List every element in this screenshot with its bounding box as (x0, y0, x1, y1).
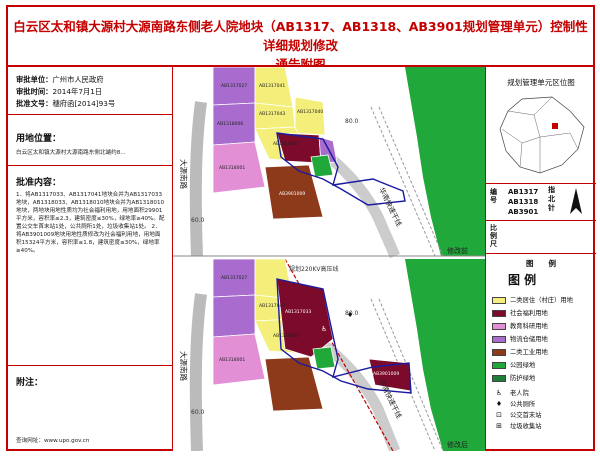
divider (8, 165, 173, 166)
legend-item-buffer: 防护绿地 (492, 373, 535, 382)
parcel-label: AB1317043 (259, 303, 285, 309)
legend-item-welfare: 社会福利用地 (492, 308, 548, 317)
parcel-label: AB1318001 (219, 357, 245, 363)
parcel-logistics (212, 294, 256, 338)
right-panel: 规划管理单元区位图 编号 AB1317 AB1318 AB3901 指北针 比例… (485, 67, 596, 451)
location-map (499, 96, 585, 174)
legend-icon-elder-home: ♿ 老人院 (492, 388, 529, 397)
location-marker (552, 123, 558, 129)
date-value: 2014年7月1日 (52, 87, 103, 96)
parcel-label: AB3901009 (279, 191, 305, 197)
legend-item-park: 公园绿地 (492, 360, 535, 369)
map-before: 大源南路 华南快速干线 80.0 60.0 修改前 AB1317027 AB13… (173, 66, 485, 259)
parcel-label: AB1317033 (285, 309, 311, 315)
date-label: 审批时间： (16, 87, 53, 96)
code-item: AB3901 (508, 208, 539, 216)
code-item: AB1318 (508, 198, 539, 206)
legend-item-industrial: 二类工业用地 (492, 347, 548, 356)
location-heading: 用地位置： (16, 134, 62, 144)
date-row: 审批时间：2014年7月1日 (16, 87, 102, 97)
elder-home-icon: ♿ (495, 389, 503, 397)
legend-icon-garbage: ⊞ 垃圾收集站 (492, 421, 541, 430)
parcel-label: AB1317027 (221, 83, 247, 89)
toilet-icon: ♦ (347, 311, 353, 319)
powerline-label: 规划220KV高压线 (289, 265, 339, 273)
maps-area: 大源南路 华南快速干线 80.0 60.0 修改前 AB1317027 AB13… (173, 66, 485, 454)
divider (8, 365, 173, 366)
road-dayuan (189, 101, 207, 257)
road-label-dayuan: 大源南路 (179, 159, 189, 189)
title-line-1: 白云区太和镇大源村大源南路东侧老人院地块（AB1317、AB1318、AB390… (13, 19, 588, 53)
doc-row: 批准文号：穗府函[2014]93号 (16, 99, 115, 109)
legend-item-logistics: 物流仓储用地 (492, 334, 548, 343)
doc-value: 穗府函[2014]93号 (52, 99, 116, 108)
elder-home-icon: ♿ (321, 325, 327, 333)
doc-label: 批准文号： (16, 99, 53, 108)
caption-before: 修改前 (447, 246, 468, 255)
road-width-80: 80.0 (345, 118, 359, 125)
garbage-station-icon: ⊞ (496, 422, 502, 430)
scale-label: 比例尺 (490, 224, 497, 248)
parcel-label: AB1317043 (259, 111, 285, 117)
code-label: 编号 (490, 188, 497, 204)
toilet-icon: ♦ (495, 400, 503, 408)
road-dayuan (189, 293, 207, 452)
page-title: 白云区太和镇大源村大源南路东侧老人院地块（AB1317、AB1318、AB390… (8, 7, 593, 72)
location-map-title: 规划管理单元区位图 (507, 78, 575, 87)
parcel-park (312, 346, 336, 370)
notes-heading: 附注： (16, 378, 44, 388)
info-panel: 审批单位：广州市人民政府 审批时间：2014年7月1日 批准文号：穗府函[201… (8, 67, 173, 451)
parcel-label: AB1317041 (259, 83, 285, 89)
road-label-dayuan: 大源南路 (179, 351, 189, 381)
location-text: 白云区太和镇大源村大源南路东侧北端约8... (16, 150, 126, 156)
legend-title: 图 例 (508, 273, 537, 287)
query-url: 查询网址：www.upo.gov.cn (16, 438, 90, 444)
north-arrow-icon (568, 188, 584, 216)
codes-table: 编号 AB1317 AB1318 AB3901 指北针 比例尺 (486, 183, 596, 248)
divider (8, 114, 173, 115)
map-after: 大源南路 华南快速干线 80.0 60.0 规划220KV高压线 修改后 AB1… (173, 258, 485, 454)
road-width-60: 60.0 (191, 409, 205, 416)
legend-icon-bus: ⊡ 公交首末站 (492, 410, 541, 419)
approver-value: 广州市人民政府 (52, 75, 104, 84)
parcel-label: AB3901009 (373, 371, 399, 377)
parcel-label: AB1318002 (273, 333, 299, 339)
parcel-label: AB1318002 (273, 141, 299, 147)
parcel-label: AB1317040 (297, 109, 323, 115)
zoning-maps: 大源南路 华南快速干线 80.0 60.0 修改前 AB1317027 AB13… (173, 66, 485, 454)
map-frame: 白云区太和镇大源村大源南路东侧老人院地块（AB1317、AB1318、AB390… (6, 5, 596, 454)
legend-header: 图 例 (486, 253, 596, 269)
legend-item-education: 教育科研用地 (492, 321, 548, 330)
bus-terminal-icon: ⊡ (496, 411, 502, 419)
approval-heading: 批准内容： (16, 178, 62, 188)
parcel-residential (294, 96, 326, 136)
legend-icon-toilet: ♦ 公共厕所 (492, 399, 535, 408)
parcel-label: AB1318001 (219, 165, 245, 171)
parcel-label: AB1317027 (221, 275, 247, 281)
approver-row: 审批单位：广州市人民政府 (16, 75, 104, 85)
approver-label: 审批单位： (16, 75, 53, 84)
code-item: AB1317 (508, 188, 539, 196)
caption-after: 修改后 (447, 440, 468, 449)
north-label: 指北针 (548, 186, 555, 212)
legend-item-residential: 二类居住（村庄）用地 (492, 295, 573, 304)
approval-text: 1．将AB1317033、AB1317041地块合并为AB1317033地块，A… (16, 192, 165, 254)
road-width-60: 60.0 (191, 217, 205, 224)
parcel-label: AB1318006 (217, 121, 243, 127)
